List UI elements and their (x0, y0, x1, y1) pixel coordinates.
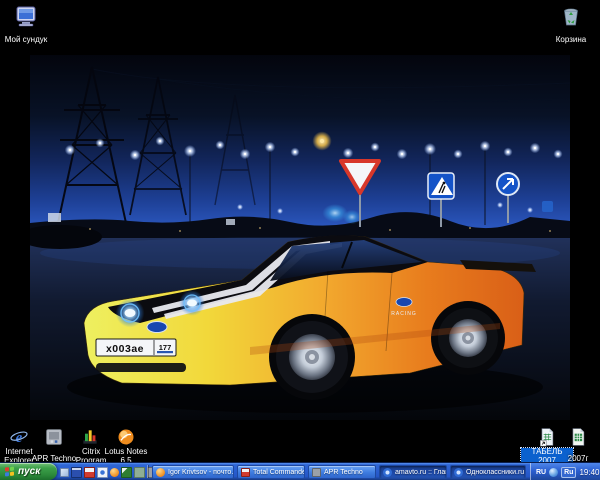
rear-wheel (438, 308, 498, 368)
system-tray: RU Ru 19:40 (530, 463, 600, 480)
task-button-label: Igor Krivtsov - почто... (168, 469, 234, 476)
plate-region: 177 (159, 343, 172, 352)
bumper-intake (96, 363, 186, 372)
racing-decal: RACING (391, 311, 416, 317)
my-computer-icon (14, 4, 38, 28)
total-commander-icon (241, 468, 250, 477)
plate-number: х003ае (106, 343, 144, 355)
task-button-label: amavto.ru :: Главна... (395, 469, 447, 476)
task-button-label: Total Commander 6.5... (253, 469, 305, 476)
task-button-label: Одноклассники.ru :... (466, 469, 526, 476)
taskbar: пуск Igor Krivtsov - почто... Total Comm… (0, 462, 600, 480)
ie-icon (383, 468, 392, 477)
info-sign (542, 201, 553, 212)
media-app-icon[interactable] (84, 467, 95, 478)
desktop-icon-2007[interactable]: 2007г (552, 427, 600, 466)
language-badge[interactable]: Ru (561, 467, 576, 478)
language-indicator[interactable]: RU (536, 469, 546, 476)
task-button-label: APR Techno (324, 469, 363, 476)
app-icon-1[interactable] (134, 467, 145, 478)
lotus-notes-icon (116, 427, 136, 447)
front-wheel (276, 321, 348, 393)
show-desktop-icon[interactable] (60, 468, 69, 477)
task-button-lotus-mail[interactable]: Igor Krivtsov - почто... (152, 465, 234, 479)
desktop-icon-label: Мой сундук (3, 36, 49, 45)
start-button[interactable]: пуск (0, 463, 57, 480)
excel-icon[interactable] (121, 467, 132, 478)
task-button-odnoklassniki[interactable]: Одноклассники.ru :... (450, 465, 526, 479)
task-button-total-commander[interactable]: Total Commander 6.5... (237, 465, 305, 479)
excel-file-icon (568, 427, 588, 447)
ie-icon: e (9, 427, 29, 447)
lotus-notes-icon[interactable] (110, 468, 119, 477)
billboard (226, 219, 235, 225)
apr-techno-icon (312, 468, 321, 477)
apr-techno-icon (44, 427, 64, 447)
billboard (48, 213, 61, 222)
desktop-icon-label: Корзина (554, 36, 588, 45)
task-button-amavto[interactable]: amavto.ru :: Главна... (379, 465, 447, 479)
citrix-icon (80, 427, 100, 447)
network-tray-icon[interactable] (549, 468, 558, 477)
desktop: х003ае 177 RACING Мой сундук (0, 0, 600, 480)
windows-logo-icon (5, 466, 15, 477)
taskbar-separator (147, 465, 148, 478)
task-button-apr-techno[interactable]: APR Techno (308, 465, 376, 479)
ford-logo-front (147, 322, 167, 333)
ie-icon[interactable] (97, 467, 108, 478)
wallpaper-photo: х003ае 177 RACING (30, 55, 570, 420)
recycle-bin-icon (559, 4, 583, 28)
total-commander-icon[interactable] (71, 467, 82, 478)
clock[interactable]: 19:40 (579, 468, 599, 477)
ie-icon (454, 468, 463, 477)
lotus-notes-icon (156, 468, 165, 477)
license-plate: х003ае 177 (96, 339, 176, 356)
start-button-label: пуск (18, 466, 40, 477)
desktop-icon-recycle-bin[interactable]: Корзина (545, 4, 597, 47)
desktop-icon-my-computer[interactable]: Мой сундук (0, 4, 52, 47)
